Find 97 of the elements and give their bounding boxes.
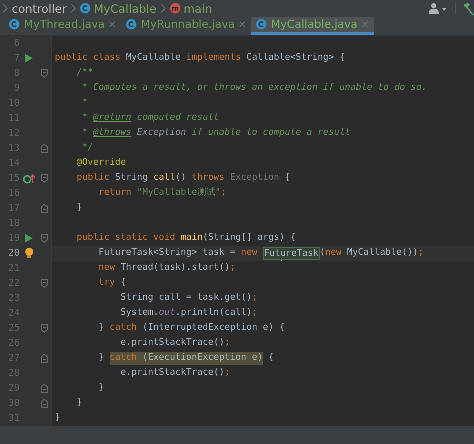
code-text: e.printStackTrace() bbox=[120, 367, 225, 380]
code-text: () bbox=[175, 172, 188, 185]
keyword: public class bbox=[55, 52, 122, 65]
keyword: ; bbox=[224, 367, 230, 380]
run-icon[interactable] bbox=[25, 234, 33, 243]
user-icon[interactable] bbox=[429, 3, 447, 14]
keyword: ; bbox=[220, 187, 226, 200]
code-text: { bbox=[268, 352, 274, 365]
breadcrumb-item[interactable]: controller bbox=[12, 2, 67, 16]
code-comment: * bbox=[81, 97, 88, 110]
field-name: out bbox=[159, 307, 176, 320]
fold-icon[interactable] bbox=[40, 399, 48, 408]
fold-icon[interactable] bbox=[40, 234, 48, 243]
fold-icon[interactable] bbox=[40, 279, 48, 288]
fold-icon[interactable] bbox=[40, 384, 48, 393]
class-icon bbox=[256, 19, 268, 30]
code-text: } bbox=[76, 202, 82, 215]
keyword: new bbox=[325, 247, 343, 260]
line-number: 20 bbox=[8, 248, 20, 259]
override-icon[interactable] bbox=[22, 174, 36, 184]
code-text: e.printStackTrace() bbox=[120, 337, 225, 350]
method-name: call bbox=[154, 172, 176, 185]
code-comment: computed result bbox=[136, 112, 220, 125]
method-icon bbox=[170, 3, 181, 14]
close-icon[interactable] bbox=[362, 21, 369, 28]
code-text: FutureTask<String> task = bbox=[98, 247, 237, 260]
class-icon bbox=[80, 3, 91, 14]
file-tab[interactable]: MyCallable.java bbox=[251, 17, 374, 35]
string-literal: "MyCallable测试" bbox=[137, 187, 221, 200]
hammer-icon[interactable] bbox=[464, 2, 474, 14]
code-text: } bbox=[98, 382, 104, 395]
fold-icon[interactable] bbox=[40, 204, 48, 213]
method-name: main bbox=[180, 232, 203, 245]
keyword: try bbox=[98, 277, 116, 290]
code-text: Thread(task).start() bbox=[120, 262, 230, 275]
keyword: ; bbox=[230, 262, 236, 275]
code-text: ( bbox=[320, 247, 326, 260]
doc-tag: @throws bbox=[93, 127, 132, 140]
keyword: new bbox=[98, 262, 116, 275]
code-text: System. bbox=[120, 307, 160, 320]
keyword: public static void bbox=[76, 232, 176, 245]
chevron-icon bbox=[70, 4, 76, 13]
chevron-icon bbox=[160, 4, 166, 13]
fold-icon[interactable] bbox=[40, 144, 48, 153]
code-comment: /** bbox=[76, 67, 94, 80]
code-text: { bbox=[120, 277, 126, 290]
chevron-icon bbox=[3, 4, 8, 13]
fold-icon[interactable] bbox=[40, 324, 48, 333]
code-text: .println(call) bbox=[175, 307, 252, 320]
code-text: String call = task.get() bbox=[120, 292, 252, 305]
bulb-icon[interactable] bbox=[24, 248, 34, 259]
run-icon[interactable] bbox=[25, 54, 33, 63]
keyword: implements bbox=[186, 52, 242, 65]
code-comment: */ bbox=[81, 142, 94, 155]
keyword: public bbox=[76, 172, 111, 185]
code-text: String bbox=[115, 172, 150, 185]
code-comment: * bbox=[81, 127, 89, 140]
code-comment: if unable to compute a result bbox=[190, 127, 351, 140]
keyword: catch bbox=[110, 352, 143, 365]
breadcrumb-item[interactable]: MyCallable bbox=[80, 2, 157, 16]
class-icon bbox=[9, 19, 20, 30]
code-comment: * Computes a result, or throws an exception if unable to do so. bbox=[81, 82, 428, 95]
keyword: catch bbox=[110, 322, 138, 335]
code-text: ureTask bbox=[280, 247, 320, 260]
code-text: (InterruptedException e) { bbox=[142, 322, 285, 335]
keyword: throws bbox=[192, 172, 226, 185]
keyword: ; bbox=[418, 247, 424, 260]
keyword: new bbox=[241, 247, 259, 260]
close-icon[interactable] bbox=[239, 21, 246, 28]
fold-icon[interactable] bbox=[40, 174, 48, 183]
keyword: ; bbox=[252, 307, 258, 320]
doc-tag: @return bbox=[93, 112, 132, 125]
keyword: return bbox=[98, 187, 133, 200]
code-text: Callable<String> { bbox=[246, 52, 346, 65]
code-text: (String[] args) { bbox=[202, 232, 296, 245]
code-text: { bbox=[284, 172, 290, 185]
close-icon[interactable] bbox=[109, 21, 116, 28]
file-tab[interactable]: MyRunnable.java bbox=[121, 17, 252, 35]
file-tab[interactable]: MyThread.java bbox=[4, 17, 122, 35]
code-text: } bbox=[98, 352, 106, 365]
code-text: Exception bbox=[230, 172, 281, 185]
code-comment: * bbox=[81, 112, 89, 125]
code-text: MyCallable()) bbox=[347, 247, 418, 260]
annotation: @Override bbox=[76, 157, 126, 170]
code-text: } bbox=[55, 412, 60, 425]
code-text: (ExecutionException e) bbox=[142, 352, 264, 365]
code-text: Fut bbox=[263, 247, 280, 260]
code-text: MyCallable bbox=[126, 52, 182, 65]
code-text: } bbox=[98, 322, 106, 335]
keyword: ; bbox=[224, 337, 230, 350]
breadcrumb-item[interactable]: main bbox=[170, 2, 212, 16]
code-text: } bbox=[76, 397, 82, 410]
keyword: ; bbox=[252, 292, 258, 305]
class-icon bbox=[126, 19, 138, 30]
doc-reference: Exception bbox=[136, 127, 186, 140]
fold-icon[interactable] bbox=[40, 354, 48, 363]
fold-icon[interactable] bbox=[40, 69, 48, 78]
